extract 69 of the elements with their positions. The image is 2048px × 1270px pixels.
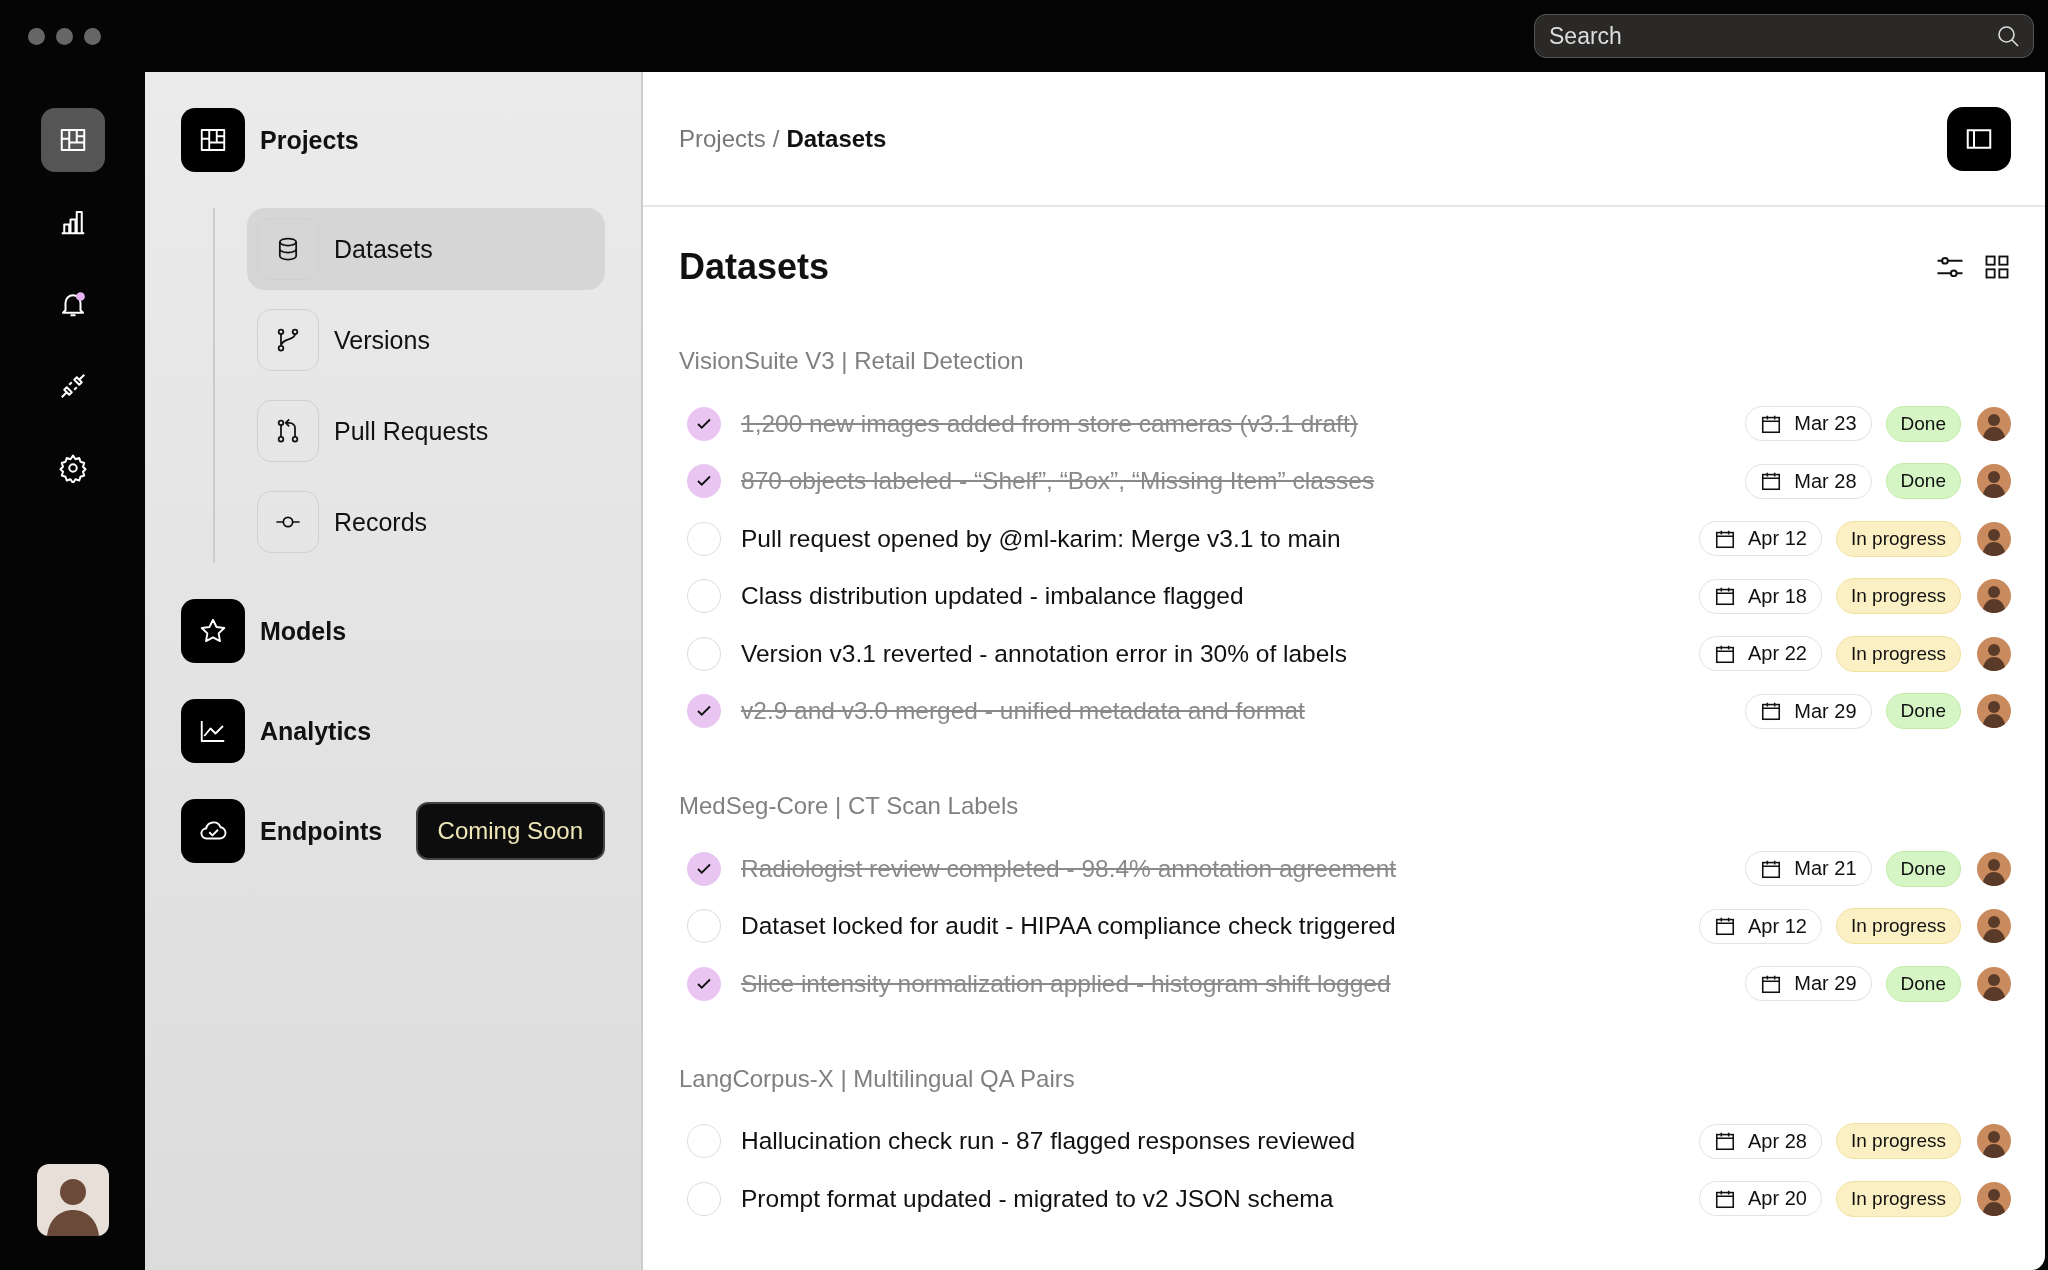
rail-button[interactable]: [40, 108, 105, 172]
status-badge: Done: [1885, 965, 1961, 1002]
status-badge: In progress: [1835, 908, 1961, 945]
breadcrumb-separator: /: [772, 124, 780, 153]
status-badge: In progress: [1835, 578, 1961, 615]
avatar-icon: [1977, 406, 2011, 441]
avatar-icon: [1977, 909, 2011, 944]
task-checkbox[interactable]: [687, 966, 721, 1001]
nav-subitem[interactable]: Pull Requests: [247, 390, 605, 472]
nav-subitem[interactable]: Datasets: [247, 208, 605, 290]
group-title: MedSeg-Core | CT Scan Labels: [679, 792, 1020, 820]
task-text: Dataset locked for audit - HIPAA compliance check triggered: [741, 912, 1397, 941]
status-badge: In progress: [1835, 1123, 1961, 1160]
breadcrumb-current: Datasets: [786, 124, 887, 153]
calendar-icon: [1760, 700, 1783, 723]
page-title: Datasets: [679, 246, 830, 288]
task-text: Slice intensity normalization applied - histogram shift logged: [741, 969, 1392, 998]
avatar-icon: [1977, 521, 2011, 556]
avatar-icon: [1977, 966, 2011, 1001]
avatar-icon: [1977, 464, 2011, 499]
calendar-icon: [1760, 470, 1783, 493]
task-checkbox[interactable]: [687, 694, 721, 729]
nav-subitem[interactable]: Versions: [247, 299, 605, 381]
task-checkbox[interactable]: [687, 464, 721, 499]
task-text: v2.9 and v3.0 merged - unified metadata and format: [741, 697, 1306, 726]
nav-subitem[interactable]: Records: [247, 481, 605, 563]
calendar-icon: [1714, 585, 1736, 608]
status-badge: Done: [1885, 463, 1961, 500]
status-badge: In progress: [1835, 635, 1961, 672]
coming-soon-badge: Coming Soon: [415, 802, 605, 860]
avatar-icon: [1977, 579, 2011, 614]
search-field[interactable]: Search: [1534, 14, 2034, 58]
breadcrumb-link[interactable]: Projects: [679, 124, 766, 153]
grid-view-icon[interactable]: [1983, 253, 2011, 281]
task-text: 870 objects labeled - “Shelf”, “Box”, “Missing Item” classes: [741, 467, 1376, 496]
status-badge: In progress: [1835, 520, 1961, 557]
group-title: LangCorpus-X | Multilingual QA Pairs: [679, 1064, 1076, 1093]
task-text: 1,200 new images added from store cameras (v3.1 draft): [741, 409, 1359, 438]
status-badge: In progress: [1835, 1180, 1961, 1217]
sidebar-toggle-button[interactable]: [1947, 106, 2011, 171]
user-avatar-icon[interactable]: [36, 1164, 109, 1236]
task-text: Radiologist review completed - 98.4% annotation agreement: [741, 854, 1398, 883]
window-dot[interactable]: [84, 27, 101, 45]
task-text: Pull request opened by @ml-karim: Merge v3.1 to main: [741, 524, 1342, 553]
nav-item[interactable]: Analytics: [181, 699, 605, 763]
calendar-icon: [1714, 1130, 1736, 1153]
task-checkbox[interactable]: [687, 851, 721, 886]
group-title: VisionSuite V3 | Retail Detection: [679, 347, 1025, 375]
avatar-icon: [1977, 1181, 2011, 1216]
nav-item[interactable]: Models: [181, 599, 605, 663]
status-badge: Done: [1885, 405, 1961, 442]
task-text: Prompt format updated - migrated to v2 JSON schema: [741, 1184, 1335, 1213]
task-checkbox[interactable]: [687, 406, 721, 441]
status-badge: Done: [1885, 850, 1961, 887]
avatar-icon: [1977, 694, 2011, 729]
avatar-icon: [1977, 1124, 2011, 1159]
calendar-icon: [1714, 915, 1736, 938]
nav-item[interactable]: Projects: [181, 108, 605, 172]
search-icon: [1996, 24, 2020, 48]
settings-icon: [57, 453, 88, 483]
window-dot[interactable]: [28, 27, 45, 45]
task-text: Version v3.1 reverted - annotation error in 30% of labels: [741, 639, 1349, 668]
status-badge: Done: [1885, 693, 1961, 730]
nav-item[interactable]: Endpoints Coming Soon: [181, 799, 605, 863]
avatar-icon: [1977, 636, 2011, 671]
window-dot[interactable]: [56, 27, 73, 45]
task-text: Hallucination check run - 87 flagged responses reviewed: [741, 1127, 1357, 1156]
task-text: Class distribution updated - imbalance flagged: [741, 582, 1245, 611]
avatar-icon: [1977, 851, 2011, 886]
